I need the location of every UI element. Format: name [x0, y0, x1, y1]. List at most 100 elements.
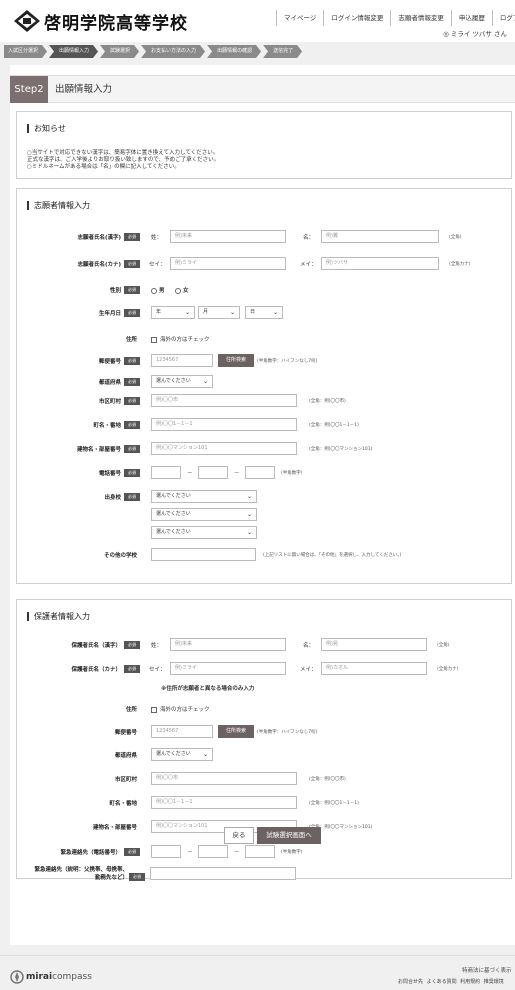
applicant-mei-kana-input[interactable]: 例)ツバサ: [321, 257, 439, 270]
gender-row: 性別 必須 男 女: [17, 282, 511, 298]
chevron-down-icon: ⌄: [202, 378, 208, 385]
guardian-town-input[interactable]: 例)〇〇1－1－1: [151, 796, 297, 809]
notice-title: お知らせ: [27, 124, 66, 133]
guardian-zip-row: 郵便番号 1234567 住所検索 (半角数字：ハイフンなし7桁): [17, 724, 511, 740]
crumb-exam-select: 試験選択: [100, 45, 139, 58]
guardian-address-search-button[interactable]: 住所検索: [218, 725, 254, 738]
back-button[interactable]: 戻る: [224, 827, 254, 844]
miraicompass-logo-icon: [10, 970, 24, 984]
guardian-pref-select[interactable]: 選んでください ⌄: [151, 748, 213, 761]
emergency-phone-3-input[interactable]: [245, 845, 275, 858]
dash: －: [187, 471, 193, 477]
emergency-desc-input[interactable]: [150, 867, 296, 880]
footer-links[interactable]: お問合せ先 よくある質問 利用規約 推奨環境: [398, 978, 504, 985]
guardian-city-input[interactable]: 例)〇〇市: [151, 772, 297, 785]
gender-male-radio[interactable]: 男: [151, 286, 165, 294]
user-icon: ◎: [443, 30, 451, 38]
guardian-overseas-checkbox[interactable]: 海外の方はチェック: [151, 705, 210, 713]
other-school-hint: (上記リストに無い場合は、「その他」を選択し、入力してください。): [263, 553, 402, 558]
city-hint: (全角：例)〇〇市): [309, 399, 346, 404]
applicant-phone-1-input[interactable]: [151, 466, 181, 479]
guardian-sei-kanji-input[interactable]: 例)未来: [170, 638, 286, 651]
required-badge: 必須: [124, 469, 140, 477]
applicant-town-input[interactable]: 例)〇〇1－1－1: [151, 418, 297, 431]
guardian-sei-kana-input[interactable]: 例)ミライ: [170, 662, 286, 675]
applicant-mei-kanji-input[interactable]: 例)翼: [321, 230, 439, 243]
emergency-desc-label-1: 緊急連絡先（説明：父携帯、母携帯、: [34, 867, 128, 873]
required-badge: 必須: [124, 421, 140, 429]
applicant-address-search-button[interactable]: 住所検索: [218, 354, 254, 367]
address-label: 住所: [125, 707, 137, 713]
emergency-phone-2-input[interactable]: [198, 845, 228, 858]
school-prefecture-select[interactable]: 選んでください ⌄: [151, 490, 257, 503]
applicant-phone-2-input[interactable]: [198, 466, 228, 479]
emergency-phone-1-input[interactable]: [151, 845, 181, 858]
top-nav: マイページ ログイン情報変更 志願者情報変更 申込履歴 ログアウト: [276, 10, 515, 26]
applicant-pref-select[interactable]: 選んでください ⌄: [151, 375, 213, 388]
birth-year-select[interactable]: 年 ⌄: [151, 306, 195, 319]
applicant-section: 志願者情報入力 志願者氏名(漢字) 必須 姓： 例)未来 名： 例)翼 (全角)…: [16, 188, 512, 584]
emergency-desc-label-2: 勤務先など）: [94, 875, 128, 881]
nav-application-history[interactable]: 申込履歴: [450, 10, 492, 26]
guardian-name-kana-label: 保護者氏名（カナ）: [71, 667, 121, 673]
crumb-confirm: 出願情報の確認: [207, 45, 261, 58]
birth-day-select[interactable]: 日 ⌄: [245, 306, 283, 319]
school-city-select[interactable]: 選んでください ⌄: [151, 508, 257, 521]
nav-login-info-change[interactable]: ログイン情報変更: [323, 10, 390, 26]
applicant-name-kana-label: 志願者氏名(カナ): [77, 262, 121, 268]
zip-label: 郵便番号: [114, 730, 137, 736]
next-exam-select-button[interactable]: 試験選択画面へ: [257, 827, 321, 844]
guardian-mei-kana-input[interactable]: 例)カオル: [321, 662, 427, 675]
crumb-complete: 送信完了: [263, 45, 302, 58]
applicant-town-row: 町名・番地 必須 例)〇〇1－1－1 (全角：例)〇〇1－1－1): [17, 417, 511, 433]
other-school-label: その他の学校: [103, 553, 137, 559]
applicant-name-kanji-label: 志願者氏名(漢字): [77, 235, 121, 241]
birth-month-select[interactable]: 月 ⌄: [198, 306, 240, 319]
school-name: 啓明学院高等学校: [44, 14, 188, 34]
applicant-city-input[interactable]: 例)〇〇市: [151, 394, 297, 407]
guardian-zip-input[interactable]: 1234567: [151, 725, 213, 738]
checkbox-icon: [151, 336, 157, 343]
header: 啓明学院高等学校 マイページ ログイン情報変更 志願者情報変更 申込履歴 ログア…: [0, 0, 515, 42]
school-name-select[interactable]: 選んでください ⌄: [151, 526, 257, 539]
applicant-zip-input[interactable]: 1234567: [151, 354, 213, 367]
emergency-phone-row: 緊急連絡先（電話番号） 必須 － － (半角数字): [17, 844, 511, 860]
notice-line-3: ○ミドルネームがある場合は「名」の欄に記入してください。: [27, 164, 180, 170]
chevron-down-icon: ⌄: [202, 751, 208, 758]
pref-label: 都道府県: [114, 753, 137, 759]
applicant-sei-kana-input[interactable]: 例)ミライ: [170, 257, 286, 270]
hint-zenkaku-kana: (全角カナ): [449, 262, 471, 267]
gender-female-radio[interactable]: 女: [175, 286, 189, 294]
nav-mypage[interactable]: マイページ: [276, 10, 323, 26]
sei-label: 姓：: [151, 235, 163, 241]
town-hint: (全角：例)〇〇1－1－1): [309, 801, 359, 806]
overseas-checkbox[interactable]: 海外の方はチェック: [151, 335, 210, 343]
required-badge: 必須: [124, 309, 140, 317]
crumb-application-info: 出願情報入力: [49, 45, 98, 58]
building-label: 建物名・部屋番号: [92, 825, 137, 831]
sei-kana-label: セイ：: [149, 667, 166, 673]
required-badge: 必須: [124, 665, 140, 673]
school-logo-icon: [14, 10, 40, 32]
school-label: 出身校: [104, 495, 121, 501]
nav-applicant-info-change[interactable]: 志願者情報変更: [390, 10, 451, 26]
mei-label: 名：: [303, 643, 315, 649]
guardian-name-kanji-row: 保護者氏名（漢字） 必須 姓： 例)未来 名： 例)晃 (全角): [17, 637, 511, 653]
guardian-mei-kanji-input[interactable]: 例)晃: [321, 638, 427, 651]
mei-kana-label: メイ：: [300, 667, 317, 673]
applicant-building-input[interactable]: 例)〇〇マンション101: [151, 442, 297, 455]
applicant-phone-3-input[interactable]: [245, 466, 275, 479]
footer-law-link[interactable]: 特商法に基づく表示: [462, 966, 512, 974]
required-badge: 必須: [124, 641, 140, 649]
applicant-building-row: 建物名・部屋番号 必須 例)〇〇マンション101 (全角：例)〇〇マンション10…: [17, 441, 511, 457]
applicant-name-kanji-row: 志願者氏名(漢字) 必須 姓： 例)未来 名： 例)翼 (全角): [17, 229, 511, 245]
required-badge: 必須: [124, 848, 140, 856]
dash: －: [234, 471, 240, 477]
footer-brand: miraicompass: [26, 972, 92, 982]
applicant-sei-kanji-input[interactable]: 例)未来: [170, 230, 286, 243]
phone-label: 電話番号: [98, 471, 121, 477]
chevron-down-icon: ⌄: [229, 309, 235, 316]
nav-logout[interactable]: ログアウト: [491, 10, 515, 26]
town-label: 町名・番地: [109, 801, 137, 807]
other-school-input[interactable]: [151, 548, 256, 561]
